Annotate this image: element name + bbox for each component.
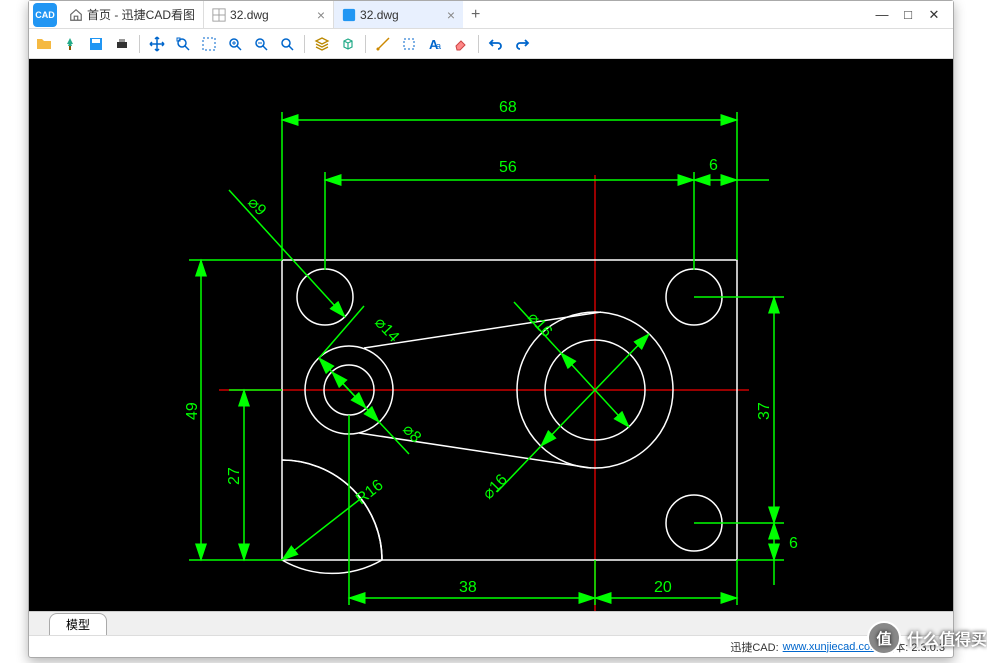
magnifier-icon: [279, 36, 295, 52]
close-button[interactable]: ✕: [927, 8, 941, 22]
dim-38: 38: [459, 579, 477, 596]
dim-6-top: 6: [709, 157, 718, 174]
measure-icon: [375, 36, 391, 52]
dim-49: 49: [184, 402, 201, 420]
toolbar: Aa: [29, 29, 953, 59]
palm-button[interactable]: [59, 33, 81, 55]
close-icon[interactable]: ×: [317, 7, 325, 23]
undo-icon: [488, 36, 504, 52]
status-link[interactable]: www.xunjiecad.com: [783, 641, 880, 653]
titlebar: CAD 首页 - 迅捷CAD看图 32.dwg × 32.dwg × + — □…: [29, 1, 953, 29]
redo-button[interactable]: [511, 33, 533, 55]
area-button[interactable]: [398, 33, 420, 55]
erase-button[interactable]: [450, 33, 472, 55]
zoom-window-button[interactable]: [198, 33, 220, 55]
close-icon[interactable]: ×: [447, 7, 455, 23]
text-icon: Aa: [427, 36, 443, 52]
app-window: CAD 首页 - 迅捷CAD看图 32.dwg × 32.dwg × + — □…: [28, 0, 954, 658]
file-tab-1[interactable]: 32.dwg ×: [203, 1, 333, 28]
app-icon: CAD: [33, 3, 57, 27]
separator: [478, 35, 479, 53]
status-prefix: 迅捷CAD:: [730, 639, 778, 655]
zoom-realtime-button[interactable]: [276, 33, 298, 55]
zoom-window-icon: [201, 36, 217, 52]
separator: [365, 35, 366, 53]
dim-phi16b: ⌀16: [480, 471, 511, 503]
open-button[interactable]: [33, 33, 55, 55]
zoom-out-icon: [253, 36, 269, 52]
dim-phi14: ⌀14: [371, 314, 402, 346]
save-button[interactable]: [85, 33, 107, 55]
dim-phi9: ⌀9: [244, 194, 269, 219]
measure-button[interactable]: [372, 33, 394, 55]
pan-button[interactable]: [146, 33, 168, 55]
model-tab[interactable]: 模型: [49, 613, 107, 635]
move-icon: [149, 36, 165, 52]
folder-icon: [36, 36, 52, 52]
drawing-canvas[interactable]: 68 56 6 49 27 37 6 38 20 ⌀9 ⌀14 ⌀8 ⌀16 ⌀…: [29, 59, 953, 611]
zoom-in-icon: [227, 36, 243, 52]
home-tab[interactable]: 首页 - 迅捷CAD看图: [61, 6, 203, 23]
watermark-badge: 值: [867, 621, 901, 655]
undo-button[interactable]: [485, 33, 507, 55]
cube-icon: [340, 36, 356, 52]
tab-label: 32.dwg: [230, 8, 269, 22]
maximize-button[interactable]: □: [901, 8, 915, 22]
save-icon: [88, 36, 104, 52]
eraser-icon: [453, 36, 469, 52]
add-tab-button[interactable]: +: [463, 6, 488, 24]
dim-20: 20: [654, 579, 672, 596]
watermark-text: 什么值得买: [907, 626, 987, 650]
home-icon: [69, 8, 83, 22]
dim-68: 68: [499, 99, 517, 116]
dim-r16: R16: [353, 477, 387, 509]
bottom-tabs: 模型: [29, 611, 953, 635]
window-controls: — □ ✕: [863, 8, 953, 22]
dim-phi16a: ⌀16: [524, 309, 555, 341]
zoom-fit-icon: [175, 36, 191, 52]
zoom-extents-button[interactable]: [172, 33, 194, 55]
dim-56: 56: [499, 159, 517, 176]
layers-button[interactable]: [311, 33, 333, 55]
grid-icon: [212, 8, 226, 22]
statusbar: 迅捷CAD: www.xunjiecad.com 版本: 2.3.0.3: [29, 635, 953, 657]
3d-button[interactable]: [337, 33, 359, 55]
minimize-button[interactable]: —: [875, 8, 889, 22]
file-tab-2[interactable]: 32.dwg ×: [333, 1, 463, 28]
redo-icon: [514, 36, 530, 52]
home-label: 首页 - 迅捷CAD看图: [87, 6, 195, 23]
dim-27: 27: [226, 467, 243, 485]
separator: [304, 35, 305, 53]
text-button[interactable]: Aa: [424, 33, 446, 55]
palm-icon: [62, 36, 78, 52]
dim-6-right: 6: [789, 535, 798, 552]
tab-label: 32.dwg: [360, 8, 399, 22]
print-button[interactable]: [111, 33, 133, 55]
area-icon: [401, 36, 417, 52]
dim-37: 37: [756, 402, 773, 420]
watermark: 值 什么值得买: [867, 621, 987, 655]
layers-icon: [314, 36, 330, 52]
cad-file-icon: [342, 8, 356, 22]
cad-drawing: 68 56 6 49 27 37 6 38 20 ⌀9 ⌀14 ⌀8 ⌀16 ⌀…: [29, 59, 953, 611]
print-icon: [114, 36, 130, 52]
svg-text:a: a: [436, 41, 441, 51]
separator: [139, 35, 140, 53]
zoom-in-button[interactable]: [224, 33, 246, 55]
zoom-out-button[interactable]: [250, 33, 272, 55]
